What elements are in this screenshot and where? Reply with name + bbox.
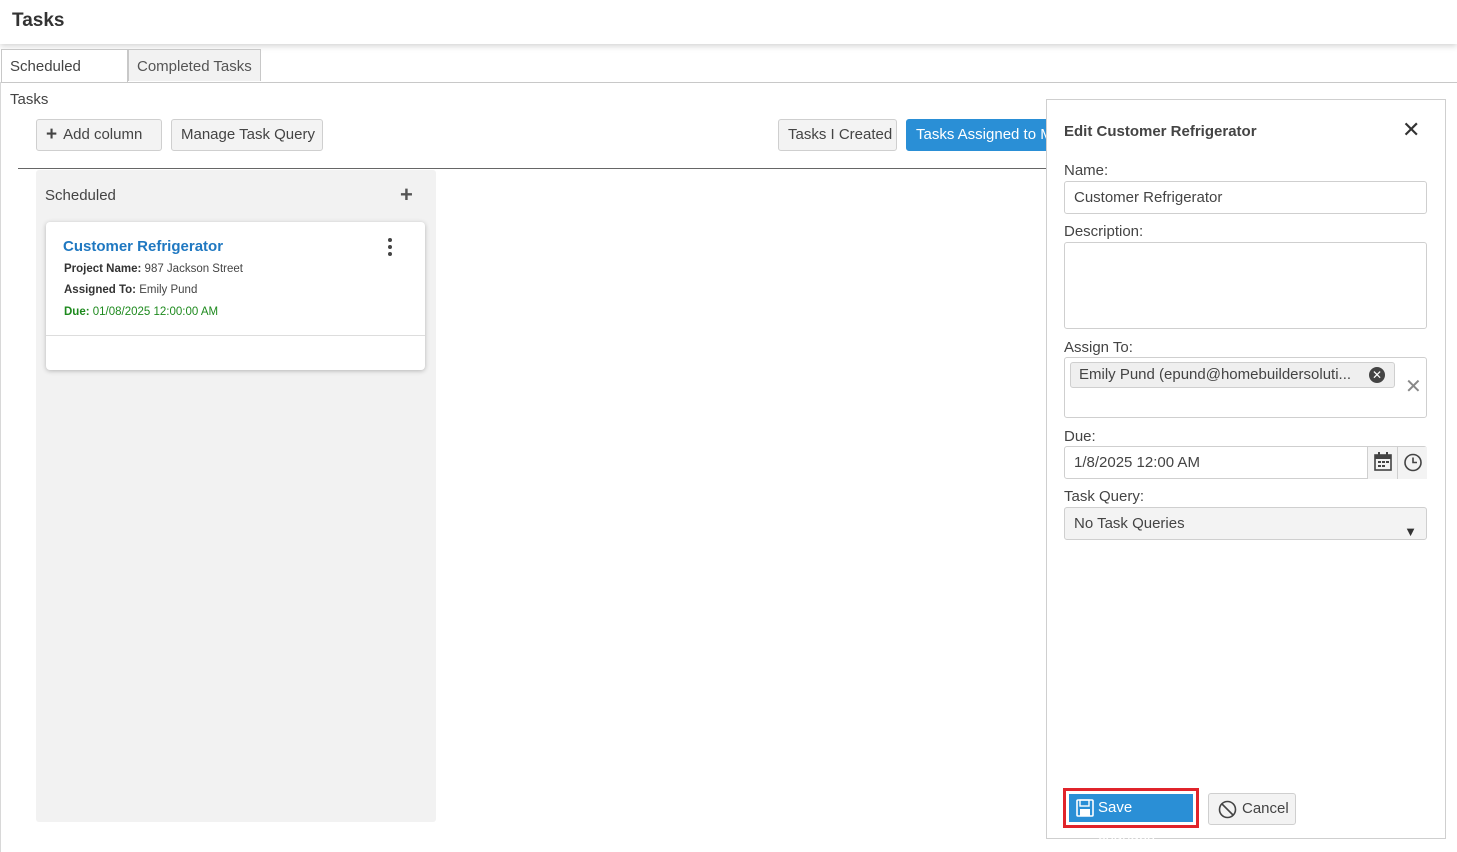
column-title: Scheduled	[45, 187, 116, 204]
cancel-label: Cancel	[1242, 800, 1289, 817]
toolbar-divider	[18, 168, 1048, 169]
clear-icon[interactable]: ✕	[1405, 374, 1422, 399]
assignee-chip-label: Emily Pund (epund@homebuildersoluti...	[1079, 366, 1352, 383]
description-label: Description:	[1064, 223, 1144, 240]
panel-title: Edit Customer Refrigerator	[1064, 123, 1257, 140]
name-label: Name:	[1064, 162, 1109, 179]
tasks-i-created-button[interactable]: Tasks I Created	[778, 119, 897, 151]
task-card-assigned: Assigned To: Emily Pund	[64, 284, 197, 296]
assign-to-label: Assign To:	[1064, 339, 1133, 356]
assigned-value: Emily Pund	[139, 284, 198, 296]
due-date-value: 1/8/2025 12:00 AM	[1074, 454, 1200, 471]
plus-icon[interactable]: +	[400, 182, 413, 208]
due-label: Due:	[64, 306, 90, 318]
due-date-input[interactable]: 1/8/2025 12:00 AM	[1064, 446, 1427, 479]
cancel-icon	[1218, 800, 1237, 819]
clock-icon[interactable]	[1397, 447, 1427, 479]
save-icon	[1076, 799, 1094, 817]
tab-bar: Scheduled Tasks Completed Tasks	[0, 49, 1457, 108]
board-column-scheduled: Scheduled + Customer Refrigerator Projec…	[36, 170, 436, 822]
task-card-project: Project Name: 987 Jackson Street	[64, 263, 243, 275]
save-changes-button[interactable]: Save changes	[1069, 794, 1193, 844]
task-query-value: No Task Queries	[1074, 515, 1185, 532]
more-vertical-icon[interactable]	[383, 238, 397, 260]
task-card[interactable]: Customer Refrigerator Project Name: 987 …	[46, 222, 425, 370]
content-border	[0, 82, 1, 852]
remove-assignee-icon[interactable]: ✕	[1369, 367, 1385, 383]
project-label: Project Name:	[64, 263, 142, 275]
calendar-icon[interactable]	[1367, 447, 1397, 479]
task-query-select[interactable]: No Task Queries ▼	[1064, 507, 1427, 540]
header-bar: Tasks	[0, 0, 1457, 44]
tab-completed-tasks[interactable]: Completed Tasks	[128, 49, 261, 81]
card-divider	[46, 335, 425, 336]
page-title: Tasks	[12, 10, 65, 31]
add-column-label: Add column	[63, 126, 143, 143]
assign-to-select[interactable]: Emily Pund (epund@homebuildersoluti... ✕…	[1064, 357, 1427, 418]
project-value: 987 Jackson Street	[144, 263, 243, 275]
manage-task-query-button[interactable]: Manage Task Query	[171, 119, 323, 151]
plus-icon: +	[46, 124, 58, 145]
assigned-label: Assigned To:	[64, 284, 136, 296]
tab-scheduled-tasks[interactable]: Scheduled Tasks	[1, 49, 128, 108]
task-query-label: Task Query:	[1064, 488, 1145, 505]
cancel-button[interactable]: Cancel	[1208, 793, 1296, 825]
add-column-button[interactable]: + Add column	[36, 119, 162, 151]
tasks-assigned-to-me-button[interactable]: Tasks Assigned to Me	[906, 119, 1051, 151]
save-changes-label: Save changes	[1098, 799, 1155, 844]
assignee-chip: Emily Pund (epund@homebuildersoluti... ✕	[1070, 362, 1395, 388]
description-textarea[interactable]	[1064, 242, 1427, 329]
edit-task-panel: Edit Customer Refrigerator ✕ Name: Custo…	[1046, 99, 1446, 844]
due-value: 01/08/2025 12:00:00 AM	[92, 306, 219, 318]
save-highlight: Save changes	[1063, 788, 1199, 844]
close-icon[interactable]: ✕	[1402, 117, 1420, 143]
dropdown-arrow-icon: ▼	[1404, 524, 1417, 539]
name-input[interactable]: Customer Refrigerator	[1064, 181, 1427, 214]
task-card-due: Due: 01/08/2025 12:00:00 AM	[64, 306, 218, 318]
task-card-title[interactable]: Customer Refrigerator	[63, 238, 223, 255]
due-date-label: Due:	[1064, 428, 1096, 445]
